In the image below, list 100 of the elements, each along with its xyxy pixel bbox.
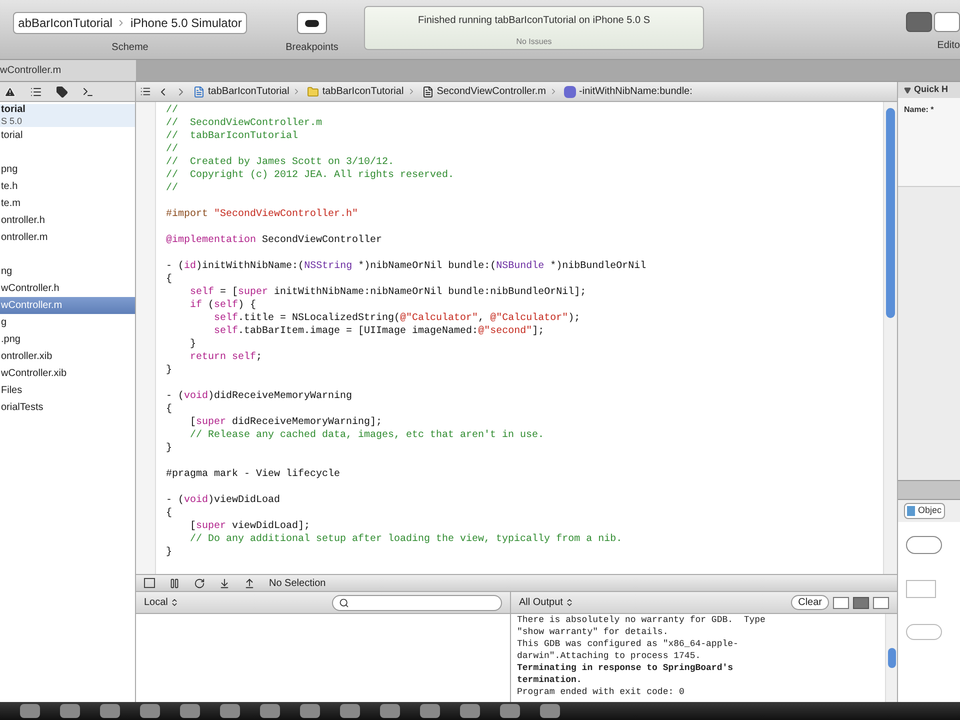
stepper-icon bbox=[170, 598, 179, 607]
code-line: } bbox=[166, 443, 172, 454]
app-icon[interactable] bbox=[500, 704, 520, 718]
split-pane-icon[interactable] bbox=[853, 596, 869, 608]
selection-status: No Selection bbox=[269, 576, 326, 590]
app-icon[interactable] bbox=[340, 704, 360, 718]
file-item[interactable]: Files bbox=[0, 382, 135, 399]
file-item[interactable]: torial bbox=[0, 127, 135, 144]
code-line: // bbox=[166, 183, 178, 194]
object-library-tab[interactable]: Objec bbox=[904, 503, 945, 519]
app-icon[interactable] bbox=[60, 704, 80, 718]
code-line: #import "SecondViewController.h" bbox=[166, 209, 358, 220]
button-object-icon bbox=[906, 536, 942, 554]
file-item[interactable]: wController.h bbox=[0, 280, 135, 297]
file-item[interactable]: png bbox=[0, 161, 135, 178]
file-item[interactable]: g bbox=[0, 314, 135, 331]
file-name: torial bbox=[1, 104, 26, 116]
file-item[interactable]: te.h bbox=[0, 178, 135, 195]
app-icon[interactable] bbox=[220, 704, 240, 718]
code-line: // tabBarIconTutorial bbox=[166, 131, 298, 142]
code-line: { bbox=[166, 274, 172, 285]
standard-editor-button[interactable] bbox=[906, 12, 932, 32]
right-pane-icon[interactable] bbox=[873, 596, 889, 608]
app-icon[interactable] bbox=[420, 704, 440, 718]
console-line: This GDB was configured as "x86_64-apple- bbox=[517, 638, 740, 650]
console-line: termination. bbox=[517, 674, 583, 686]
app-icon[interactable] bbox=[300, 704, 320, 718]
code-line: - (id)initWithNibName:(NSString *)nibNameOrNil bundle:(NSBundle *)nibBundleOrNil bbox=[166, 261, 646, 272]
code-line: [super didReceiveMemoryWarning]; bbox=[189, 417, 382, 428]
console-line: Program ended with exit code: 0 bbox=[517, 686, 686, 698]
project-icon bbox=[193, 86, 205, 98]
jump-bar-item[interactable]: tabBarIconTutorial bbox=[208, 84, 290, 99]
app-icon[interactable] bbox=[460, 704, 480, 718]
code-line: } bbox=[166, 365, 172, 376]
code-line: // Created by James Scott on 3/10/12. bbox=[166, 157, 394, 168]
editor-tab[interactable]: wController.m bbox=[0, 60, 136, 81]
step-over-icon[interactable] bbox=[194, 578, 205, 588]
step-out-icon[interactable] bbox=[244, 578, 255, 588]
related-items-icon[interactable] bbox=[140, 86, 151, 97]
code-line: return self; bbox=[189, 352, 262, 363]
issues-status: No Issues bbox=[516, 36, 552, 48]
folder-icon bbox=[307, 86, 320, 98]
step-into-icon[interactable] bbox=[219, 578, 230, 588]
output-filter[interactable]: All Output bbox=[519, 595, 574, 610]
jump-bar-item[interactable]: tabBarIconTutorial bbox=[322, 84, 404, 99]
code-line: self = [super initWithNibName:nibNameOrNil bundle:nibBundleOrNil]; bbox=[189, 287, 586, 298]
tag-icon[interactable] bbox=[56, 86, 68, 98]
search-field[interactable] bbox=[332, 594, 502, 610]
quick-help-header: Quick H bbox=[914, 83, 948, 96]
file-item[interactable]: ontroller.m bbox=[0, 229, 135, 246]
name-label: Name: * bbox=[903, 104, 935, 116]
scheme-selector[interactable]: abBarIconTutorial iPhone 5.0 Simulator bbox=[13, 12, 247, 34]
stepper-icon bbox=[564, 598, 574, 607]
jump-bar-item[interactable]: SecondViewController.m bbox=[436, 84, 546, 99]
app-icon[interactable] bbox=[380, 704, 400, 718]
toggle-debug-icon[interactable] bbox=[144, 578, 155, 588]
app-icon[interactable] bbox=[260, 704, 280, 718]
code-line: if (self) { bbox=[189, 300, 256, 311]
code-line: // Release any cached data, images, etc that aren't in use. bbox=[189, 430, 544, 441]
code-line: #pragma mark - View lifecycle bbox=[166, 469, 340, 480]
code-line: } bbox=[189, 339, 196, 350]
breakpoint-icon bbox=[305, 20, 319, 26]
app-icon[interactable] bbox=[180, 704, 200, 718]
pause-icon[interactable] bbox=[169, 578, 180, 588]
log-icon[interactable] bbox=[82, 86, 94, 98]
sdk-label: S 5.0 bbox=[1, 116, 24, 127]
assistant-editor-button[interactable] bbox=[934, 12, 960, 32]
jump-bar-item[interactable]: -initWithNibName:bundle: bbox=[579, 84, 692, 99]
activity-status: Finished running tabBarIconTutorial on iPhone 5.0 S bbox=[418, 14, 650, 28]
code-line: - (void)viewDidLoad bbox=[166, 495, 280, 506]
file-item[interactable]: wController.xib bbox=[0, 365, 135, 382]
file-icon bbox=[422, 86, 434, 98]
file-item[interactable]: ontroller.h bbox=[0, 212, 135, 229]
app-icon[interactable] bbox=[100, 704, 120, 718]
file-item[interactable]: ontroller.xib bbox=[0, 348, 135, 365]
code-line: - (void)didReceiveMemoryWarning bbox=[166, 391, 352, 402]
library-header bbox=[898, 480, 960, 500]
code-line: // SecondViewController.m bbox=[166, 118, 322, 129]
breakpoints-button[interactable] bbox=[297, 12, 327, 34]
console-scroll-thumb[interactable] bbox=[888, 648, 896, 668]
file-item[interactable]: ng bbox=[0, 263, 135, 280]
file-item[interactable]: torial S 5.0 bbox=[0, 104, 135, 127]
disclosure-icon[interactable] bbox=[904, 86, 911, 94]
file-item[interactable]: orialTests bbox=[0, 399, 135, 416]
clear-button[interactable]: Clear bbox=[791, 595, 829, 610]
console-line: There is absolutely no warranty for GDB. Type bbox=[517, 614, 766, 626]
left-pane-icon[interactable] bbox=[833, 596, 849, 608]
app-icon[interactable] bbox=[540, 704, 560, 718]
text-object-icon bbox=[906, 580, 936, 598]
app-icon[interactable] bbox=[20, 704, 40, 718]
file-item[interactable]: .png bbox=[0, 331, 135, 348]
file-item[interactable]: te.m bbox=[0, 195, 135, 212]
app-icon[interactable] bbox=[140, 704, 160, 718]
breakpoints-label: Breakpoints bbox=[286, 41, 338, 55]
issues-icon[interactable] bbox=[4, 86, 16, 98]
scroll-thumb[interactable] bbox=[886, 108, 895, 318]
code-line: @implementation SecondViewController bbox=[166, 235, 382, 246]
code-line: { bbox=[166, 508, 172, 519]
search-icon bbox=[339, 598, 349, 608]
editor-label: Edito bbox=[937, 39, 960, 53]
